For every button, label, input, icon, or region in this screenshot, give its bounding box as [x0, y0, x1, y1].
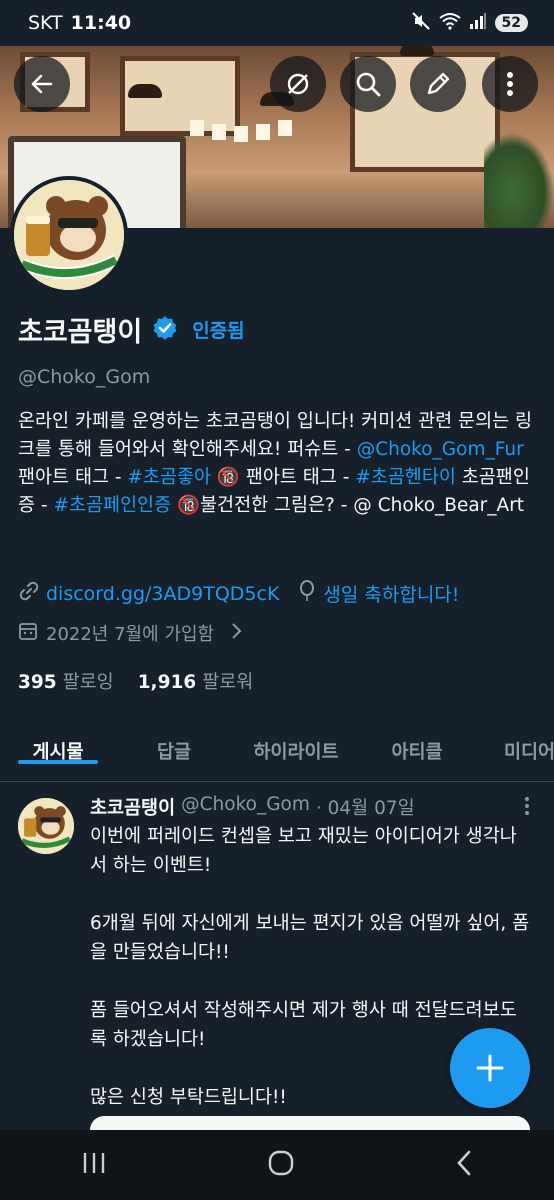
post-date: · 04월 07일	[315, 798, 415, 819]
profile-avatar[interactable]	[10, 176, 128, 294]
post-handle: @Choko_Gom	[181, 794, 310, 815]
arrow-left-icon	[31, 74, 53, 94]
bio-link-fur[interactable]: @Choko_Gom_Fur	[357, 439, 524, 460]
calendar-icon	[18, 621, 38, 646]
edit-button[interactable]	[410, 56, 466, 112]
profile-handle: @Choko_Gom	[18, 366, 151, 388]
bio-text: 팬아트 태그 -	[239, 467, 356, 488]
profile-tabs: 게시물 답글 하이라이트 아티클 미디어	[0, 718, 554, 782]
plus-icon	[476, 1054, 504, 1082]
mute-icon	[411, 11, 431, 36]
carrier: SKT	[28, 12, 63, 34]
followers-label: 팔로워	[202, 672, 254, 693]
post-avatar[interactable]	[18, 798, 74, 854]
joined-date: 2022년 7월에 가입함	[46, 624, 215, 645]
verified-badge-icon[interactable]	[152, 315, 178, 345]
clock: 11:40	[70, 12, 132, 34]
age-restriction-icon: 🔞	[216, 467, 240, 488]
recent-apps-button[interactable]	[81, 1151, 107, 1179]
profile-name: 초코곰탱이	[18, 317, 143, 348]
bear-avatar-illustration	[18, 798, 74, 854]
pencil-icon	[427, 72, 450, 95]
tab-highlights[interactable]: 하이라이트	[248, 718, 344, 764]
recent-apps-icon	[83, 1153, 104, 1173]
search-button[interactable]	[340, 56, 396, 112]
wifi-icon	[438, 12, 461, 35]
tab-posts[interactable]: 게시물	[18, 718, 98, 764]
following-label: 팔로잉	[62, 672, 114, 693]
follow-counts: 395 팔로잉 1,916 팔로워	[18, 668, 253, 694]
back-button[interactable]	[14, 56, 70, 112]
system-back-button[interactable]	[455, 1150, 473, 1180]
bio-text: 팬아트 태그 -	[18, 467, 128, 488]
status-bar: SKT 11:40 52	[0, 0, 554, 46]
bio-hashtag-1[interactable]: #초곰좋아	[127, 467, 211, 488]
home-icon	[268, 1150, 294, 1176]
signal-icon	[469, 12, 487, 35]
more-options-button[interactable]	[482, 56, 538, 112]
link-icon	[18, 580, 40, 607]
profile-links-row: discord.gg/3AD9TQD5cK 생일 축하합니다!	[18, 580, 459, 607]
tab-replies[interactable]: 답글	[152, 718, 196, 764]
birthday-text[interactable]: 생일 축하합니다!	[323, 580, 459, 607]
followers-count: 1,916	[137, 672, 197, 693]
age-restriction-icon: 🔞	[176, 495, 201, 516]
profile-name-row: 초코곰탱이 인증됨	[18, 310, 245, 349]
post-more-button[interactable]	[524, 796, 530, 822]
bio-hashtag-2[interactable]: #초곰헨타이	[355, 467, 456, 488]
profile-bio: 온라인 카페를 운영하는 초코곰탱이 입니다! 커미션 관련 문의는 링크를 통…	[18, 408, 542, 520]
bio-hashtag-3[interactable]: #초곰페인인증	[53, 495, 171, 516]
balloon-icon	[297, 580, 317, 607]
compose-post-button[interactable]	[450, 1028, 530, 1108]
system-nav-bar	[0, 1130, 554, 1200]
chevron-left-icon	[457, 1150, 471, 1176]
tab-articles[interactable]: 아티클	[388, 718, 446, 764]
bio-text: 불건전한 그림은? - @ Choko_Bear_Art	[200, 495, 525, 516]
post-author[interactable]: 초코곰탱이	[90, 794, 175, 820]
joined-row[interactable]: 2022년 7월에 가입함	[18, 620, 242, 646]
home-button[interactable]	[268, 1150, 294, 1180]
grok-button[interactable]	[270, 56, 326, 112]
post-header: 초코곰탱이 @Choko_Gom · 04월 07일	[90, 794, 415, 820]
tab-media[interactable]: 미디어	[504, 718, 554, 764]
following-link[interactable]: 395 팔로잉	[18, 668, 114, 694]
more-vertical-icon	[507, 72, 513, 96]
followers-link[interactable]: 1,916 팔로워	[138, 668, 254, 694]
more-vertical-icon	[525, 797, 529, 815]
chevron-right-icon	[230, 622, 242, 645]
following-count: 395	[18, 672, 57, 693]
website-link[interactable]: discord.gg/3AD9TQD5cK	[46, 583, 279, 605]
battery-badge: 52	[494, 14, 528, 32]
search-icon	[356, 72, 381, 97]
bear-avatar-illustration	[14, 180, 124, 290]
grok-icon	[287, 73, 309, 95]
verified-label[interactable]: 인증됨	[192, 316, 244, 343]
